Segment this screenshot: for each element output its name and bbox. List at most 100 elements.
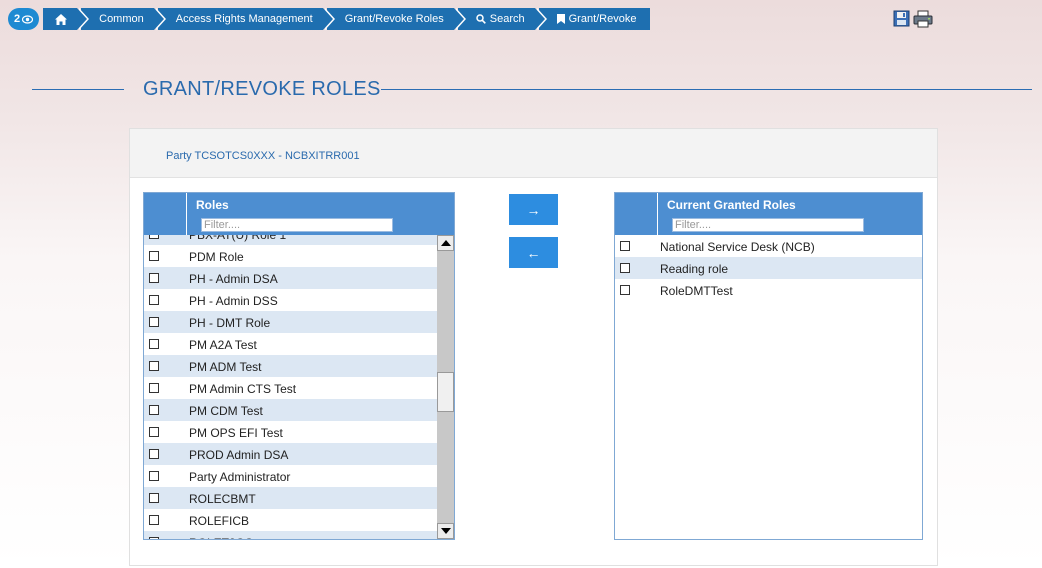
list-item-label: PH - DMT Role bbox=[189, 316, 271, 330]
arrow-up-icon bbox=[441, 240, 451, 246]
list-item[interactable]: PROD Admin DSA bbox=[144, 443, 437, 465]
crumb-label: Common bbox=[99, 13, 144, 25]
list-item[interactable]: PH - Admin DSS bbox=[144, 289, 437, 311]
roles-scrollbar[interactable] bbox=[437, 235, 454, 539]
row-checkbox[interactable] bbox=[149, 361, 159, 371]
scroll-up-button[interactable] bbox=[437, 235, 454, 251]
granted-roles-list: Current Granted Roles National Service D… bbox=[614, 192, 923, 540]
list-item-label: Reading role bbox=[660, 262, 729, 276]
list-item[interactable]: Party Administrator bbox=[144, 465, 437, 487]
grant-button[interactable]: → bbox=[509, 194, 558, 225]
print-icon[interactable] bbox=[913, 10, 935, 28]
row-checkbox[interactable] bbox=[149, 493, 159, 503]
revoke-button[interactable]: ← bbox=[509, 237, 558, 268]
roles-header: Roles bbox=[144, 193, 454, 216]
list-item[interactable]: PH - Admin DSA bbox=[144, 267, 437, 289]
roles-list: Roles PBX-AT(U) Role 1 PDM Role PH - Admin… bbox=[143, 192, 455, 540]
scroll-down-button[interactable] bbox=[437, 523, 454, 539]
row-checkbox[interactable] bbox=[149, 273, 159, 283]
roles-filter-spacer bbox=[144, 216, 187, 235]
party-bar: Party TCSOTCS0XXX - NCBXITRR001 bbox=[130, 129, 937, 178]
row-checkbox[interactable] bbox=[620, 241, 630, 251]
row-checkbox[interactable] bbox=[620, 285, 630, 295]
title-rule-right bbox=[381, 89, 1032, 90]
list-item[interactable]: PM ADM Test bbox=[144, 355, 437, 377]
row-checkbox[interactable] bbox=[620, 263, 630, 273]
title-rule-left bbox=[32, 89, 124, 90]
crumb-grant-revoke-roles[interactable]: Grant/Revoke Roles bbox=[326, 8, 466, 30]
list-item[interactable]: ROLET2CO bbox=[144, 531, 437, 539]
list-item[interactable]: PBX-AT(U) Role 1 bbox=[144, 235, 437, 245]
granted-header-label: Current Granted Roles bbox=[667, 198, 796, 212]
row-checkbox[interactable] bbox=[149, 235, 159, 239]
row-checkbox[interactable] bbox=[149, 537, 159, 539]
list-item-label: PM ADM Test bbox=[189, 360, 262, 374]
list-item-label: PM Admin CTS Test bbox=[189, 382, 297, 396]
page-title: GRANT/REVOKE ROLES bbox=[143, 78, 381, 100]
list-item[interactable]: RoleDMTTest bbox=[615, 279, 922, 301]
row-checkbox[interactable] bbox=[149, 427, 159, 437]
roles-rows: PBX-AT(U) Role 1 PDM Role PH - Admin DSA PH… bbox=[144, 235, 437, 539]
home-icon bbox=[55, 13, 68, 25]
granted-checkbox-column bbox=[615, 193, 658, 216]
row-checkbox[interactable] bbox=[149, 405, 159, 415]
crumb-common[interactable]: Common bbox=[81, 8, 166, 30]
list-item-label: PH - Admin DSS bbox=[189, 294, 278, 308]
row-checkbox[interactable] bbox=[149, 339, 159, 349]
list-item-label: PROD Admin DSA bbox=[189, 448, 289, 462]
granted-filter-row bbox=[615, 216, 922, 235]
roles-filter-row bbox=[144, 216, 454, 235]
granted-rows: National Service Desk (NCB) Reading role R… bbox=[615, 235, 922, 539]
search-icon bbox=[476, 14, 486, 24]
list-item[interactable]: PM OPS EFI Test bbox=[144, 421, 437, 443]
row-checkbox[interactable] bbox=[149, 251, 159, 261]
list-item-label: ROLET2CO bbox=[189, 536, 254, 539]
save-icon[interactable] bbox=[893, 10, 911, 28]
list-item[interactable]: PH - DMT Role bbox=[144, 311, 437, 333]
granted-filter-input[interactable] bbox=[672, 218, 864, 232]
crumb-home[interactable] bbox=[43, 8, 90, 30]
crumb-label: Access Rights Management bbox=[175, 13, 313, 25]
list-item-label: PM CDM Test bbox=[189, 404, 263, 418]
list-item-label: PM OPS EFI Test bbox=[189, 426, 283, 440]
list-item[interactable]: PM A2A Test bbox=[144, 333, 437, 355]
history-badge[interactable]: 2 bbox=[8, 8, 40, 30]
row-checkbox[interactable] bbox=[149, 515, 159, 525]
list-item[interactable]: Reading role bbox=[615, 257, 922, 279]
row-checkbox[interactable] bbox=[149, 449, 159, 459]
crumb-label: Grant/Revoke Roles bbox=[344, 13, 444, 25]
list-item-label: ROLECBMT bbox=[189, 492, 256, 506]
scroll-thumb[interactable] bbox=[437, 372, 454, 412]
crumb-label: Search bbox=[489, 13, 525, 25]
row-checkbox[interactable] bbox=[149, 317, 159, 327]
list-item-label: National Service Desk (NCB) bbox=[660, 240, 815, 254]
list-item-label: PBX-AT(U) Role 1 bbox=[189, 235, 287, 242]
list-item[interactable]: PM CDM Test bbox=[144, 399, 437, 421]
crumb-grant-revoke[interactable]: Grant/Revoke bbox=[538, 8, 651, 30]
roles-filter-input[interactable] bbox=[201, 218, 393, 232]
arrow-left-icon: ← bbox=[526, 244, 541, 261]
bookmark-icon bbox=[556, 14, 565, 24]
list-item[interactable]: PDM Role bbox=[144, 245, 437, 267]
breadcrumb: 2 Common Access Rights Management Grant/… bbox=[8, 8, 654, 30]
list-item[interactable]: ROLEFICB bbox=[144, 509, 437, 531]
list-item[interactable]: PM Admin CTS Test bbox=[144, 377, 437, 399]
granted-header: Current Granted Roles bbox=[615, 193, 922, 216]
list-item-label: Party Administrator bbox=[189, 470, 291, 484]
crumb-search[interactable]: Search bbox=[457, 8, 547, 30]
history-count: 2 bbox=[14, 13, 21, 25]
list-item-label: PM A2A Test bbox=[189, 338, 257, 352]
list-item-label: RoleDMTTest bbox=[660, 284, 733, 298]
list-item-label: PDM Role bbox=[189, 250, 244, 264]
row-checkbox[interactable] bbox=[149, 383, 159, 393]
row-checkbox[interactable] bbox=[149, 471, 159, 481]
list-item-label: ROLEFICB bbox=[189, 514, 250, 528]
party-label: Party TCSOTCS0XXX - NCBXITRR001 bbox=[166, 150, 360, 162]
roles-header-label: Roles bbox=[196, 198, 229, 212]
toolbar bbox=[893, 10, 935, 28]
crumb-label: Grant/Revoke bbox=[568, 13, 637, 25]
row-checkbox[interactable] bbox=[149, 295, 159, 305]
list-item[interactable]: ROLECBMT bbox=[144, 487, 437, 509]
crumb-access-rights-management[interactable]: Access Rights Management bbox=[157, 8, 335, 30]
list-item[interactable]: National Service Desk (NCB) bbox=[615, 235, 922, 257]
